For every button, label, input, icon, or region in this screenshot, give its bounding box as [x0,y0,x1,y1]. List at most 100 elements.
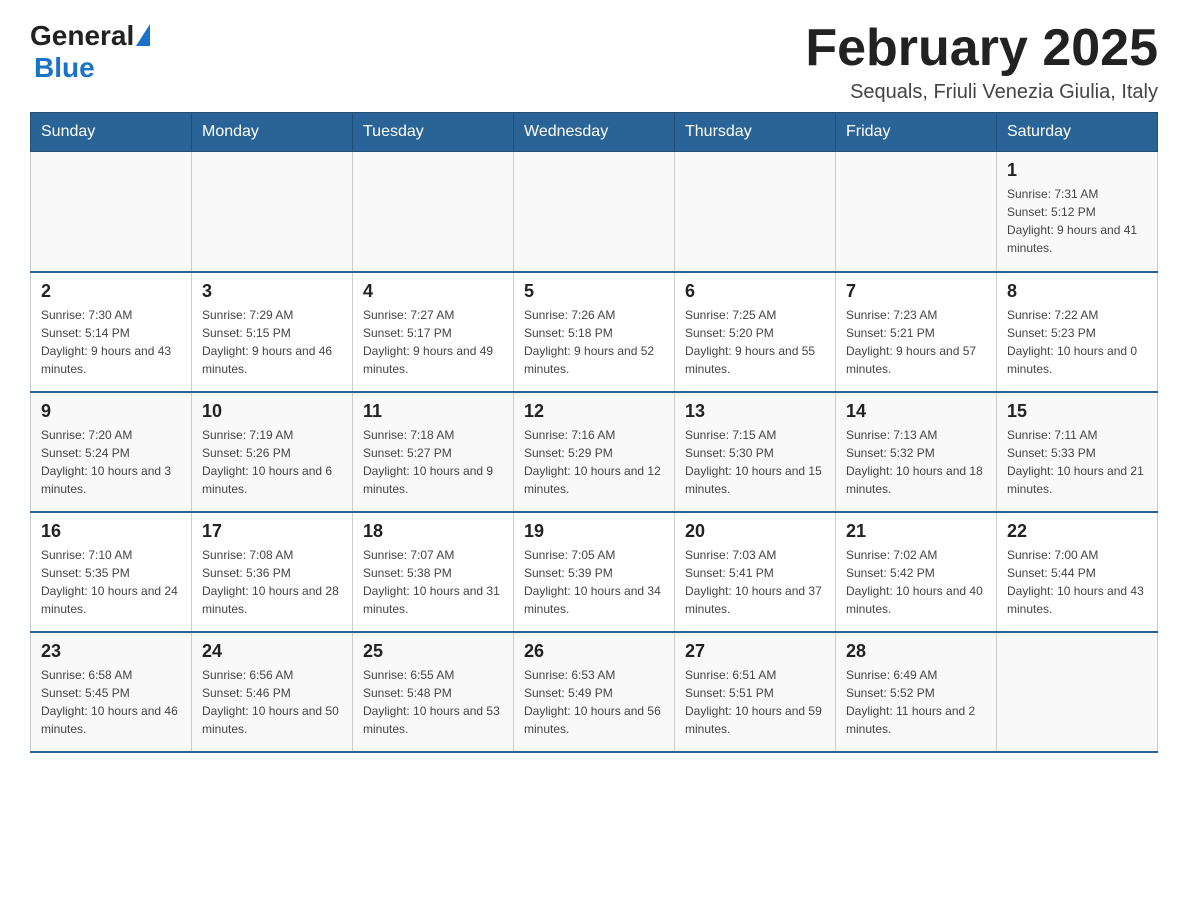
calendar-header: SundayMondayTuesdayWednesdayThursdayFrid… [31,113,1158,152]
day-info: Sunrise: 7:18 AM Sunset: 5:27 PM Dayligh… [363,426,503,498]
day-number: 24 [202,641,342,662]
day-number: 26 [524,641,664,662]
page-header: General Blue February 2025 Sequals, Friu… [30,20,1158,104]
day-number: 25 [363,641,503,662]
day-info: Sunrise: 7:13 AM Sunset: 5:32 PM Dayligh… [846,426,986,498]
logo-triangle-icon [136,24,150,46]
day-number: 19 [524,521,664,542]
day-number: 17 [202,521,342,542]
calendar-cell: 11 Sunrise: 7:18 AM Sunset: 5:27 PM Dayli… [353,392,514,512]
weekday-header-tuesday: Tuesday [353,113,514,152]
calendar-cell: 9 Sunrise: 7:20 AM Sunset: 5:24 PM Daylig… [31,392,192,512]
calendar-week-row: 23 Sunrise: 6:58 AM Sunset: 5:45 PM Dayli… [31,632,1158,752]
calendar-cell: 1 Sunrise: 7:31 AM Sunset: 5:12 PM Daylig… [997,152,1158,272]
day-info: Sunrise: 7:23 AM Sunset: 5:21 PM Dayligh… [846,306,986,378]
day-info: Sunrise: 7:10 AM Sunset: 5:35 PM Dayligh… [41,546,181,618]
weekday-header-friday: Friday [836,113,997,152]
day-number: 13 [685,401,825,422]
day-info: Sunrise: 6:49 AM Sunset: 5:52 PM Dayligh… [846,666,986,738]
day-number: 3 [202,281,342,302]
day-info: Sunrise: 7:03 AM Sunset: 5:41 PM Dayligh… [685,546,825,618]
day-number: 10 [202,401,342,422]
day-number: 12 [524,401,664,422]
day-number: 16 [41,521,181,542]
calendar-cell: 18 Sunrise: 7:07 AM Sunset: 5:38 PM Dayli… [353,512,514,632]
calendar-cell: 26 Sunrise: 6:53 AM Sunset: 5:49 PM Dayli… [514,632,675,752]
calendar-cell: 24 Sunrise: 6:56 AM Sunset: 5:46 PM Dayli… [192,632,353,752]
day-number: 2 [41,281,181,302]
day-number: 1 [1007,160,1147,181]
day-info: Sunrise: 7:25 AM Sunset: 5:20 PM Dayligh… [685,306,825,378]
weekday-header-saturday: Saturday [997,113,1158,152]
day-info: Sunrise: 7:11 AM Sunset: 5:33 PM Dayligh… [1007,426,1147,498]
day-info: Sunrise: 6:55 AM Sunset: 5:48 PM Dayligh… [363,666,503,738]
calendar-cell: 20Sunrise: 7:03 AM Sunset: 5:41 PM Dayli… [675,512,836,632]
weekday-header-row: SundayMondayTuesdayWednesdayThursdayFrid… [31,113,1158,152]
calendar-week-row: 9 Sunrise: 7:20 AM Sunset: 5:24 PM Daylig… [31,392,1158,512]
calendar-cell: 12 Sunrise: 7:16 AM Sunset: 5:29 PM Dayli… [514,392,675,512]
weekday-header-wednesday: Wednesday [514,113,675,152]
calendar-cell: 27 Sunrise: 6:51 AM Sunset: 5:51 PM Dayli… [675,632,836,752]
day-info: Sunrise: 7:29 AM Sunset: 5:15 PM Dayligh… [202,306,342,378]
title-area: February 2025 Sequals, Friuli Venezia Gi… [805,20,1158,104]
day-number: 9 [41,401,181,422]
day-info: Sunrise: 7:19 AM Sunset: 5:26 PM Dayligh… [202,426,342,498]
day-info: Sunrise: 6:58 AM Sunset: 5:45 PM Dayligh… [41,666,181,738]
day-info: Sunrise: 7:30 AM Sunset: 5:14 PM Dayligh… [41,306,181,378]
calendar-week-row: 16 Sunrise: 7:10 AM Sunset: 5:35 PM Dayli… [31,512,1158,632]
day-info: Sunrise: 7:31 AM Sunset: 5:12 PM Dayligh… [1007,185,1147,257]
calendar-cell: 6 Sunrise: 7:25 AM Sunset: 5:20 PM Daylig… [675,272,836,392]
day-info: Sunrise: 7:16 AM Sunset: 5:29 PM Dayligh… [524,426,664,498]
calendar-cell [192,152,353,272]
day-info: Sunrise: 6:51 AM Sunset: 5:51 PM Dayligh… [685,666,825,738]
calendar-cell: 22Sunrise: 7:00 AM Sunset: 5:44 PM Dayli… [997,512,1158,632]
day-number: 14 [846,401,986,422]
day-number: 28 [846,641,986,662]
calendar-week-row: 1 Sunrise: 7:31 AM Sunset: 5:12 PM Daylig… [31,152,1158,272]
calendar-cell: 8Sunrise: 7:22 AM Sunset: 5:23 PM Daylig… [997,272,1158,392]
calendar-cell [675,152,836,272]
calendar-cell: 17 Sunrise: 7:08 AM Sunset: 5:36 PM Dayli… [192,512,353,632]
weekday-header-sunday: Sunday [31,113,192,152]
calendar-cell [353,152,514,272]
calendar-cell: 7Sunrise: 7:23 AM Sunset: 5:21 PM Daylig… [836,272,997,392]
calendar-cell: 16 Sunrise: 7:10 AM Sunset: 5:35 PM Dayli… [31,512,192,632]
calendar-cell: 5 Sunrise: 7:26 AM Sunset: 5:18 PM Daylig… [514,272,675,392]
day-number: 6 [685,281,825,302]
day-info: Sunrise: 7:27 AM Sunset: 5:17 PM Dayligh… [363,306,503,378]
calendar-table: SundayMondayTuesdayWednesdayThursdayFrid… [30,112,1158,753]
calendar-cell: 3 Sunrise: 7:29 AM Sunset: 5:15 PM Daylig… [192,272,353,392]
day-info: Sunrise: 7:20 AM Sunset: 5:24 PM Dayligh… [41,426,181,498]
calendar-title: February 2025 [805,20,1158,77]
day-info: Sunrise: 7:08 AM Sunset: 5:36 PM Dayligh… [202,546,342,618]
day-info: Sunrise: 7:07 AM Sunset: 5:38 PM Dayligh… [363,546,503,618]
day-info: Sunrise: 6:53 AM Sunset: 5:49 PM Dayligh… [524,666,664,738]
calendar-cell: 25 Sunrise: 6:55 AM Sunset: 5:48 PM Dayli… [353,632,514,752]
day-info: Sunrise: 7:05 AM Sunset: 5:39 PM Dayligh… [524,546,664,618]
calendar-cell: 28 Sunrise: 6:49 AM Sunset: 5:52 PM Dayli… [836,632,997,752]
calendar-body: 1 Sunrise: 7:31 AM Sunset: 5:12 PM Daylig… [31,152,1158,752]
calendar-cell: 15Sunrise: 7:11 AM Sunset: 5:33 PM Dayli… [997,392,1158,512]
calendar-cell: 14 Sunrise: 7:13 AM Sunset: 5:32 PM Dayli… [836,392,997,512]
calendar-cell [997,632,1158,752]
day-number: 18 [363,521,503,542]
day-number: 27 [685,641,825,662]
calendar-subtitle: Sequals, Friuli Venezia Giulia, Italy [805,81,1158,104]
calendar-cell: 2 Sunrise: 7:30 AM Sunset: 5:14 PM Daylig… [31,272,192,392]
day-info: Sunrise: 7:15 AM Sunset: 5:30 PM Dayligh… [685,426,825,498]
day-number: 5 [524,281,664,302]
logo: General Blue [30,20,150,84]
calendar-cell: 19 Sunrise: 7:05 AM Sunset: 5:39 PM Dayli… [514,512,675,632]
day-number: 23 [41,641,181,662]
day-number: 4 [363,281,503,302]
calendar-cell [514,152,675,272]
calendar-cell [836,152,997,272]
weekday-header-thursday: Thursday [675,113,836,152]
day-number: 11 [363,401,503,422]
day-number: 8 [1007,281,1147,302]
calendar-week-row: 2 Sunrise: 7:30 AM Sunset: 5:14 PM Daylig… [31,272,1158,392]
day-info: Sunrise: 7:26 AM Sunset: 5:18 PM Dayligh… [524,306,664,378]
day-info: Sunrise: 6:56 AM Sunset: 5:46 PM Dayligh… [202,666,342,738]
calendar-cell: 4 Sunrise: 7:27 AM Sunset: 5:17 PM Daylig… [353,272,514,392]
weekday-header-monday: Monday [192,113,353,152]
